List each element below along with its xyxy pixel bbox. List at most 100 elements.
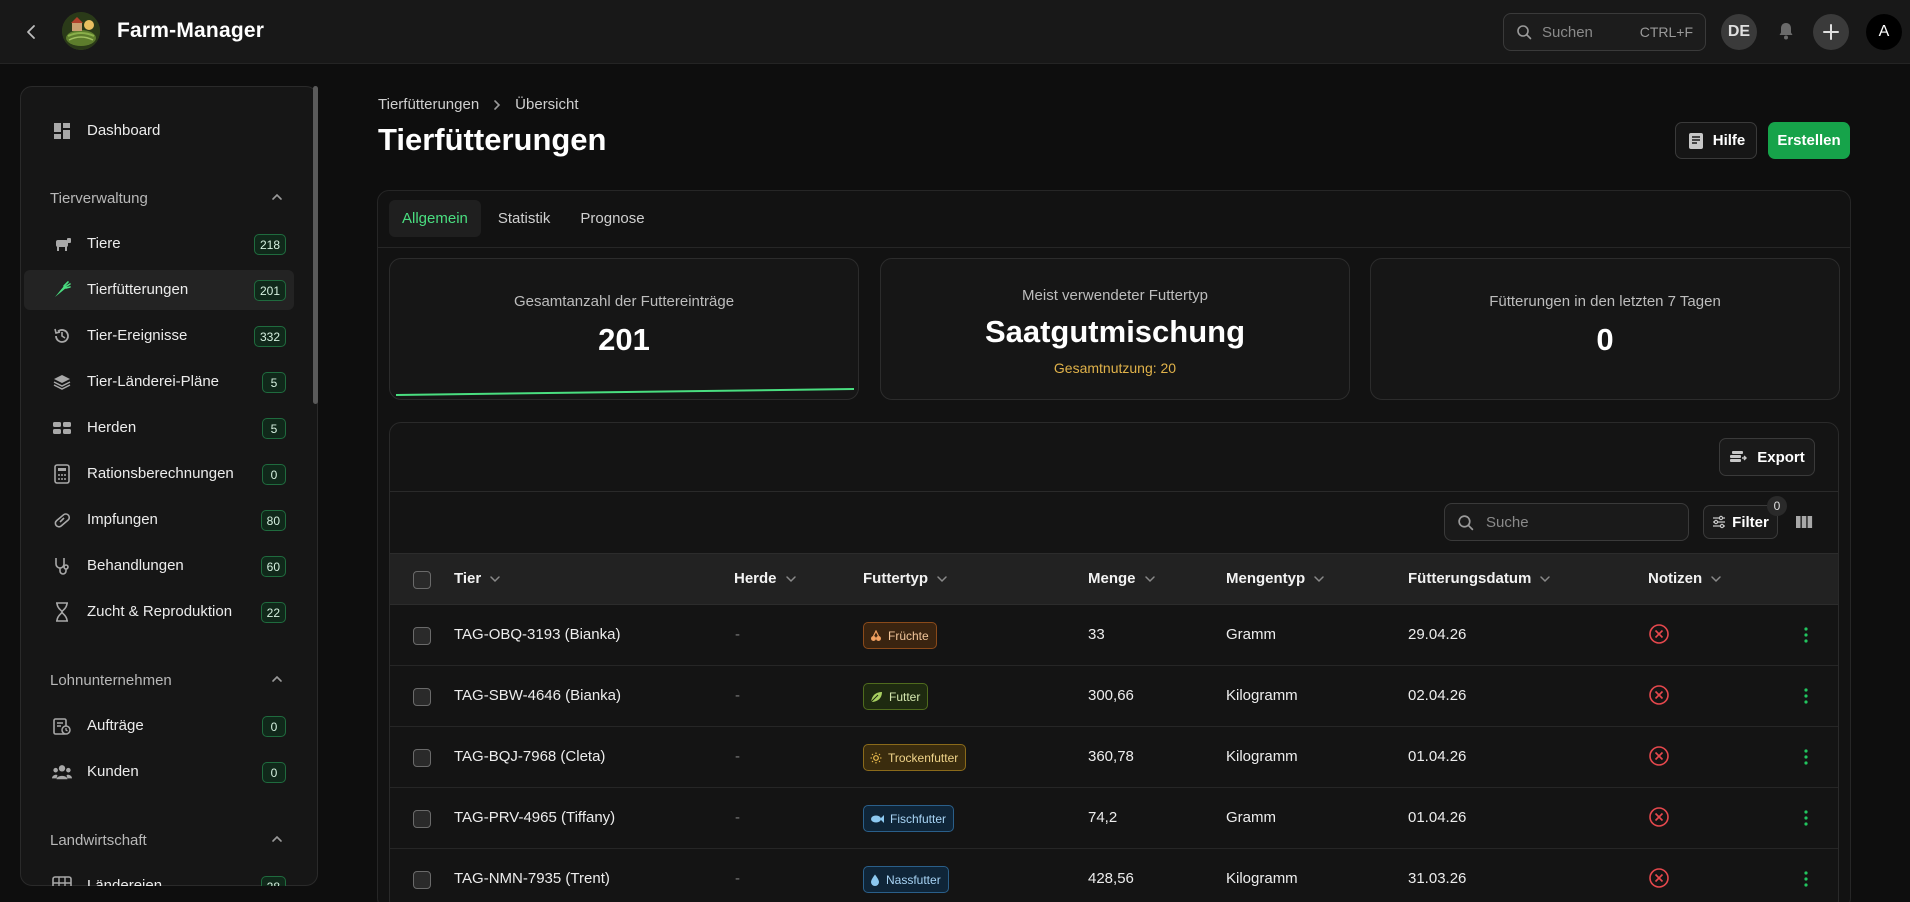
cell-tier[interactable]: TAG-PRV-4965 (Tiffany) — [454, 809, 615, 826]
row-checkbox[interactable] — [413, 749, 431, 767]
cell-tier[interactable]: TAG-SBW-4646 (Bianka) — [454, 687, 621, 704]
count-badge: 332 — [253, 326, 286, 347]
sidebar-item-impfungen[interactable]: Impfungen 80 — [24, 500, 294, 540]
table-row[interactable]: TAG-OBQ-3193 (Bianka) - Früchte 33 Gramm… — [390, 605, 1838, 666]
row-actions-kebab-icon[interactable] — [1796, 747, 1816, 767]
sidebar-item-behandlungen[interactable]: Behandlungen 60 — [24, 546, 294, 586]
chevron-down-icon — [1539, 573, 1551, 585]
sidebar-item-laendereien[interactable]: Ländereien 28 — [24, 866, 294, 886]
sidebar-item-tier-ereignisse[interactable]: Tier-Ereignisse 332 — [24, 316, 294, 356]
feed-type-badge: Früchte — [863, 622, 937, 649]
row-actions-kebab-icon[interactable] — [1796, 686, 1816, 706]
sidebar-section-landwirtschaft[interactable]: Landwirtschaft — [50, 828, 290, 852]
cell-mengentyp: Kilogramm — [1226, 870, 1298, 887]
cell-menge: 428,56 — [1088, 870, 1134, 887]
sidebar-scrollbar[interactable] — [313, 86, 318, 404]
sidebar-item-dashboard[interactable]: Dashboard — [24, 111, 294, 151]
stat-sub: Gesamtnutzung: 20 — [1053, 360, 1177, 376]
row-checkbox[interactable] — [413, 627, 431, 645]
cell-tier[interactable]: TAG-OBQ-3193 (Bianka) — [454, 626, 620, 643]
count-badge: 60 — [260, 556, 286, 577]
column-header-menge[interactable]: Menge — [1088, 570, 1156, 587]
row-checkbox[interactable] — [413, 810, 431, 828]
sidebar-item-tierfuetterungen[interactable]: Tierfütterungen 201 — [24, 270, 294, 310]
tab-allgemein[interactable]: Allgemein — [389, 200, 481, 237]
chevron-down-icon — [785, 573, 797, 585]
customers-icon — [52, 762, 72, 782]
table-search-input[interactable]: Suche — [1444, 503, 1689, 541]
column-header-futtertyp[interactable]: Futtertyp — [863, 570, 948, 587]
table-row[interactable]: TAG-SBW-4646 (Bianka) - Futter 300,66 Ki… — [390, 666, 1838, 727]
help-button[interactable]: Hilfe — [1675, 122, 1757, 159]
tab-prognose[interactable]: Prognose — [567, 200, 657, 237]
column-toggle-button[interactable] — [1794, 512, 1814, 532]
calculator-icon — [52, 464, 72, 484]
table-row[interactable]: TAG-BQJ-7968 (Cleta) - Trockenfutter 360… — [390, 727, 1838, 788]
pill-icon — [52, 510, 72, 530]
sidebar-item-herden[interactable]: Herden 5 — [24, 408, 294, 448]
tab-statistik[interactable]: Statistik — [485, 200, 564, 237]
chevron-down-icon — [1313, 573, 1325, 585]
count-badge: 0 — [262, 716, 286, 737]
cell-menge: 74,2 — [1088, 809, 1118, 826]
sidebar-item-auftraege[interactable]: Aufträge 0 — [24, 706, 294, 746]
cell-datum: 31.03.26 — [1408, 870, 1467, 887]
row-actions-kebab-icon[interactable] — [1796, 869, 1816, 889]
row-checkbox[interactable] — [413, 871, 431, 889]
count-badge: 0 — [262, 762, 286, 783]
export-button[interactable]: Export — [1719, 438, 1815, 476]
stat-label: Gesamtanzahl der Futtereinträge — [513, 293, 735, 310]
filter-button[interactable]: Filter — [1703, 505, 1778, 539]
create-button[interactable]: Erstellen — [1768, 122, 1850, 159]
table-row[interactable]: TAG-NMN-7935 (Trent) - Nassfutter 428,56… — [390, 849, 1838, 902]
table-row[interactable]: TAG-PRV-4965 (Tiffany) - Fischfutter 74,… — [390, 788, 1838, 849]
feed-type-label: Früchte — [888, 628, 929, 643]
page-title: Tierfütterungen — [378, 122, 607, 157]
column-header-notizen[interactable]: Notizen — [1648, 570, 1722, 587]
row-actions-kebab-icon[interactable] — [1796, 808, 1816, 828]
column-header-herde[interactable]: Herde — [734, 570, 797, 587]
cell-datum: 01.04.26 — [1408, 809, 1467, 826]
user-avatar[interactable]: A — [1866, 14, 1902, 50]
back-button[interactable] — [20, 20, 44, 44]
dashboard-icon — [52, 121, 72, 141]
sidebar-item-label: Herden — [87, 419, 137, 436]
sidebar-item-kunden[interactable]: Kunden 0 — [24, 752, 294, 792]
cell-tier[interactable]: TAG-NMN-7935 (Trent) — [454, 870, 610, 887]
sparkline — [395, 388, 855, 396]
column-header-mengentyp[interactable]: Mengentyp — [1226, 570, 1325, 587]
sidebar-section-lohnunternehmen[interactable]: Lohnunternehmen — [50, 668, 290, 692]
cell-mengentyp: Gramm — [1226, 626, 1276, 643]
quick-add-button[interactable] — [1813, 14, 1849, 50]
sidebar-item-tiere[interactable]: Tiere 218 — [24, 224, 294, 264]
sidebar-item-zucht-reproduktion[interactable]: Zucht & Reproduktion 22 — [24, 592, 294, 632]
column-header-tier[interactable]: Tier — [454, 570, 501, 587]
sidebar-item-tier-laenderei-plaene[interactable]: Tier-Länderei-Pläne 5 — [24, 362, 294, 402]
row-checkbox[interactable] — [413, 688, 431, 706]
global-search-input[interactable]: Suchen CTRL+F — [1503, 13, 1706, 51]
cell-menge: 33 — [1088, 626, 1105, 643]
cell-tier[interactable]: TAG-BQJ-7968 (Cleta) — [454, 748, 605, 765]
search-icon — [1517, 25, 1532, 40]
cell-herde: - — [735, 687, 740, 704]
x-circle-icon — [1649, 624, 1669, 644]
app-logo[interactable] — [62, 12, 100, 50]
stat-card-total: Gesamtanzahl der Futtereinträge 201 — [389, 258, 859, 400]
language-switcher[interactable]: DE — [1721, 14, 1757, 50]
feed-type-label: Nassfutter — [886, 872, 941, 887]
sidebar-item-label: Zucht & Reproduktion — [87, 603, 233, 620]
notifications-button[interactable] — [1771, 16, 1801, 46]
select-all-checkbox[interactable] — [413, 571, 431, 589]
cell-datum: 29.04.26 — [1408, 626, 1467, 643]
feed-type-badge: Fischfutter — [863, 805, 955, 832]
export-label: Export — [1757, 448, 1805, 466]
column-header-fuetterungsdatum[interactable]: Fütterungsdatum — [1408, 570, 1551, 587]
sidebar-section-title: Tierverwaltung — [50, 189, 148, 207]
breadcrumb-parent[interactable]: Tierfütterungen — [378, 96, 479, 113]
sidebar-section-title: Lohnunternehmen — [50, 671, 172, 689]
sliders-icon — [1712, 515, 1726, 529]
row-actions-kebab-icon[interactable] — [1796, 625, 1816, 645]
sidebar-section-tierverwaltung[interactable]: Tierverwaltung — [50, 186, 290, 210]
count-badge: 218 — [253, 234, 286, 255]
sidebar-item-rationsberechnungen[interactable]: Rationsberechnungen 0 — [24, 454, 294, 494]
